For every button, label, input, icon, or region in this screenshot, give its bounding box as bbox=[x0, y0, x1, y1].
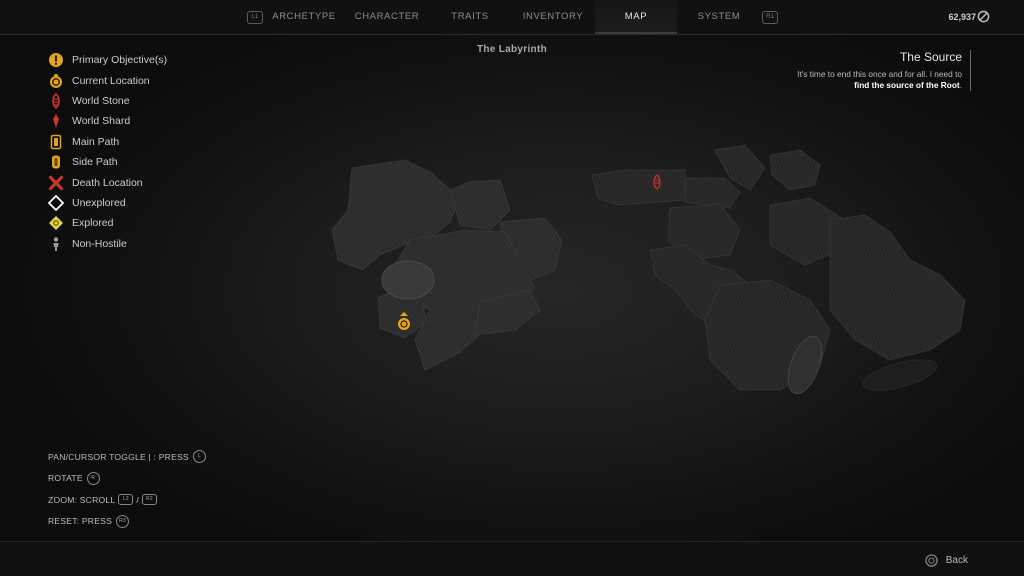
objective-text: It's time to end this once and for all. … bbox=[797, 69, 962, 79]
tab-bar: L1 ARCHETYPE CHARACTER TRAITS INVENTORY … bbox=[0, 0, 1024, 34]
control-label: RESET: PRESS bbox=[48, 516, 113, 527]
control-label: PAN/CURSOR TOGGLE | : PRESS bbox=[48, 451, 189, 462]
control-separator: / bbox=[136, 494, 139, 505]
map-region-faded bbox=[862, 359, 938, 391]
world-shard-icon bbox=[53, 114, 59, 129]
legend-item-death-location: Death Location bbox=[48, 172, 167, 192]
objective-panel: The Source It's time to end this once an… bbox=[702, 50, 971, 91]
left-shoulder-button-icon[interactable]: L1 bbox=[247, 11, 263, 24]
circle-button-icon bbox=[925, 554, 938, 567]
map-region-west bbox=[331, 159, 563, 371]
legend-item-non-hostile: Non-Hostile bbox=[48, 234, 167, 254]
legend-item-world-stone: World Stone bbox=[48, 91, 167, 111]
control-rotate: ROTATE R bbox=[48, 468, 206, 490]
right-trigger-button-icon: R2 bbox=[141, 494, 157, 506]
unexplored-icon bbox=[48, 194, 64, 211]
explored-icon bbox=[49, 216, 63, 231]
tab-character[interactable]: CHARACTER bbox=[348, 0, 426, 34]
tab-archetype[interactable]: ARCHETYPE bbox=[266, 0, 342, 34]
objective-suffix: . bbox=[959, 80, 962, 90]
right-shoulder-button-icon[interactable]: R1 bbox=[762, 11, 778, 24]
primary-objective-icon bbox=[49, 53, 63, 68]
legend-label: Current Location bbox=[72, 74, 150, 87]
world-map[interactable] bbox=[300, 120, 1000, 450]
currency-amount: 62,937 bbox=[948, 12, 976, 22]
legend-label: Death Location bbox=[72, 176, 143, 189]
legend-label: Unexplored bbox=[72, 196, 126, 209]
right-stick-button-icon: R bbox=[86, 471, 100, 485]
map-region-east bbox=[591, 144, 966, 391]
scrap-currency-icon bbox=[977, 10, 990, 23]
control-reset: RESET: PRESS R3 bbox=[48, 511, 206, 533]
control-label: ZOOM: SCROLL bbox=[48, 494, 116, 505]
legend-label: Main Path bbox=[72, 135, 120, 148]
legend-item-explored: Explored bbox=[48, 213, 167, 233]
legend-label: World Stone bbox=[72, 94, 130, 107]
world-stone-icon bbox=[52, 92, 60, 109]
legend-item-world-shard: World Shard bbox=[48, 111, 167, 131]
left-stick-button-icon: L bbox=[192, 450, 206, 464]
tab-system[interactable]: SYSTEM bbox=[680, 0, 758, 34]
bottom-bar: Back bbox=[0, 541, 1024, 576]
control-zoom: ZOOM: SCROLL L2 / R2 bbox=[48, 489, 206, 511]
legend-label: World Shard bbox=[72, 115, 131, 128]
objective-description: It's time to end this once and for all. … bbox=[702, 69, 962, 91]
control-pan-toggle: PAN/CURSOR TOGGLE | : PRESS L bbox=[48, 446, 206, 468]
map-arena-west bbox=[381, 260, 435, 300]
non-hostile-icon bbox=[53, 237, 59, 251]
legend-label: Side Path bbox=[72, 156, 118, 169]
legend-item-side-path: Side Path bbox=[48, 152, 167, 172]
top-navigation-bar: L1 ARCHETYPE CHARACTER TRAITS INVENTORY … bbox=[0, 0, 1024, 35]
left-trigger-button-icon: L2 bbox=[118, 494, 134, 506]
tab-inventory[interactable]: INVENTORY bbox=[513, 0, 593, 34]
legend-item-main-path: Main Path bbox=[48, 132, 167, 152]
map-controls: PAN/CURSOR TOGGLE | : PRESS L ROTATE R Z… bbox=[48, 446, 206, 532]
tab-traits[interactable]: TRAITS bbox=[432, 0, 508, 34]
legend-label: Explored bbox=[72, 217, 114, 230]
tab-map[interactable]: MAP bbox=[595, 0, 677, 34]
legend-item-unexplored: Unexplored bbox=[48, 193, 167, 213]
map-legend: Primary Objective(s) Current Location Wo… bbox=[48, 50, 167, 254]
legend-label: Non-Hostile bbox=[72, 237, 127, 250]
map-title: The Labyrinth bbox=[476, 44, 547, 55]
back-button[interactable]: Back bbox=[946, 555, 968, 566]
control-label: ROTATE bbox=[48, 473, 83, 484]
side-path-icon bbox=[52, 155, 60, 169]
right-stick-press-icon: R3 bbox=[116, 514, 130, 528]
death-location-icon bbox=[48, 175, 64, 190]
legend-item-primary-objective: Primary Objective(s) bbox=[48, 50, 167, 70]
legend-label: Primary Objective(s) bbox=[72, 54, 168, 67]
objective-highlight: find the source of the Root bbox=[854, 80, 960, 90]
main-path-icon bbox=[50, 134, 62, 149]
legend-item-current-location: Current Location bbox=[48, 70, 167, 90]
current-location-icon bbox=[50, 73, 62, 88]
objective-title: The Source bbox=[899, 50, 962, 64]
